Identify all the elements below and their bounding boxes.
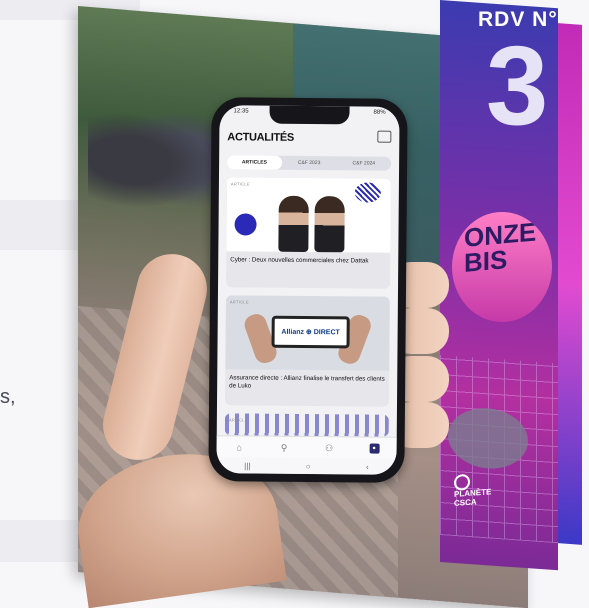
status-bar: 12:35 88%	[234, 108, 386, 115]
poster-number: 3	[486, 23, 549, 148]
article-image	[226, 177, 391, 253]
smartphone: 12:35 88% ACTUALITÉS ARTICLES C&F 2023 C…	[208, 97, 408, 483]
planete-csca-logo: PLANÈTE CSCA	[454, 471, 508, 509]
home-icon[interactable]: ⌂	[234, 442, 244, 452]
recents-button[interactable]: |||	[244, 461, 250, 470]
people-icon[interactable]: ⚇	[324, 443, 334, 453]
article-tag: ARTICLE	[228, 417, 248, 423]
tab-cf-2024[interactable]: C&F 2024	[336, 156, 391, 170]
page-title: ACTUALITÉS	[227, 131, 295, 144]
article-title: Assurance directe : Allianz finalise le …	[229, 374, 385, 390]
event-poster: RDV N° 3 ONZE BIS PLANÈTE CSCA	[440, 0, 589, 571]
person-photo	[278, 195, 309, 253]
tab-bar: ARTICLES C&F 2023 C&F 2024	[227, 155, 392, 171]
article-tag: ARTICLE	[230, 181, 250, 187]
system-navigation: ||| ○ ‹	[216, 457, 397, 475]
article-card[interactable]: ARTICLE Cyber : Deux nouvelles commercia…	[226, 177, 391, 289]
article-tag: ARTICLE	[229, 299, 249, 305]
poster-badge-text: ONZE BIS	[464, 216, 537, 278]
status-battery: 88%	[373, 109, 386, 116]
article-title: Cyber : Deux nouvelles commerciales chez…	[230, 256, 369, 265]
allianz-direct-sign: Allianz ⊕ DIRECT	[271, 315, 350, 349]
decor-pattern	[354, 182, 381, 203]
article-card[interactable]: Allianz ⊕ DIRECT ARTICLE Assurance direc…	[224, 295, 390, 407]
article-image: Allianz ⊕ DIRECT	[225, 295, 390, 371]
planete-csca-text: PLANÈTE CSCA	[454, 487, 492, 509]
photo-crowd	[88, 101, 228, 224]
search-icon[interactable]: ⚲	[279, 442, 289, 453]
article-image	[224, 413, 389, 437]
phone-screen: 12:35 88% ACTUALITÉS ARTICLES C&F 2023 C…	[216, 105, 400, 475]
decor-circle	[234, 213, 257, 236]
tab-cf-2023[interactable]: C&F 2023	[282, 156, 337, 170]
article-card[interactable]: ARTICLE	[224, 413, 389, 437]
back-button[interactable]: ‹	[366, 462, 369, 471]
person-photo	[314, 196, 345, 253]
chat-icon[interactable]	[377, 130, 392, 143]
bottom-navigation: ⌂ ⚲ ⚇ ●	[216, 435, 397, 460]
home-button[interactable]: ○	[306, 461, 311, 470]
poster-badge: ONZE BIS	[452, 212, 552, 322]
status-time: 12:35	[233, 108, 249, 115]
profile-icon[interactable]: ●	[369, 443, 380, 454]
poster-edge	[558, 23, 582, 545]
background-text-fragment: s,	[0, 386, 16, 408]
tab-articles[interactable]: ARTICLES	[227, 155, 282, 170]
